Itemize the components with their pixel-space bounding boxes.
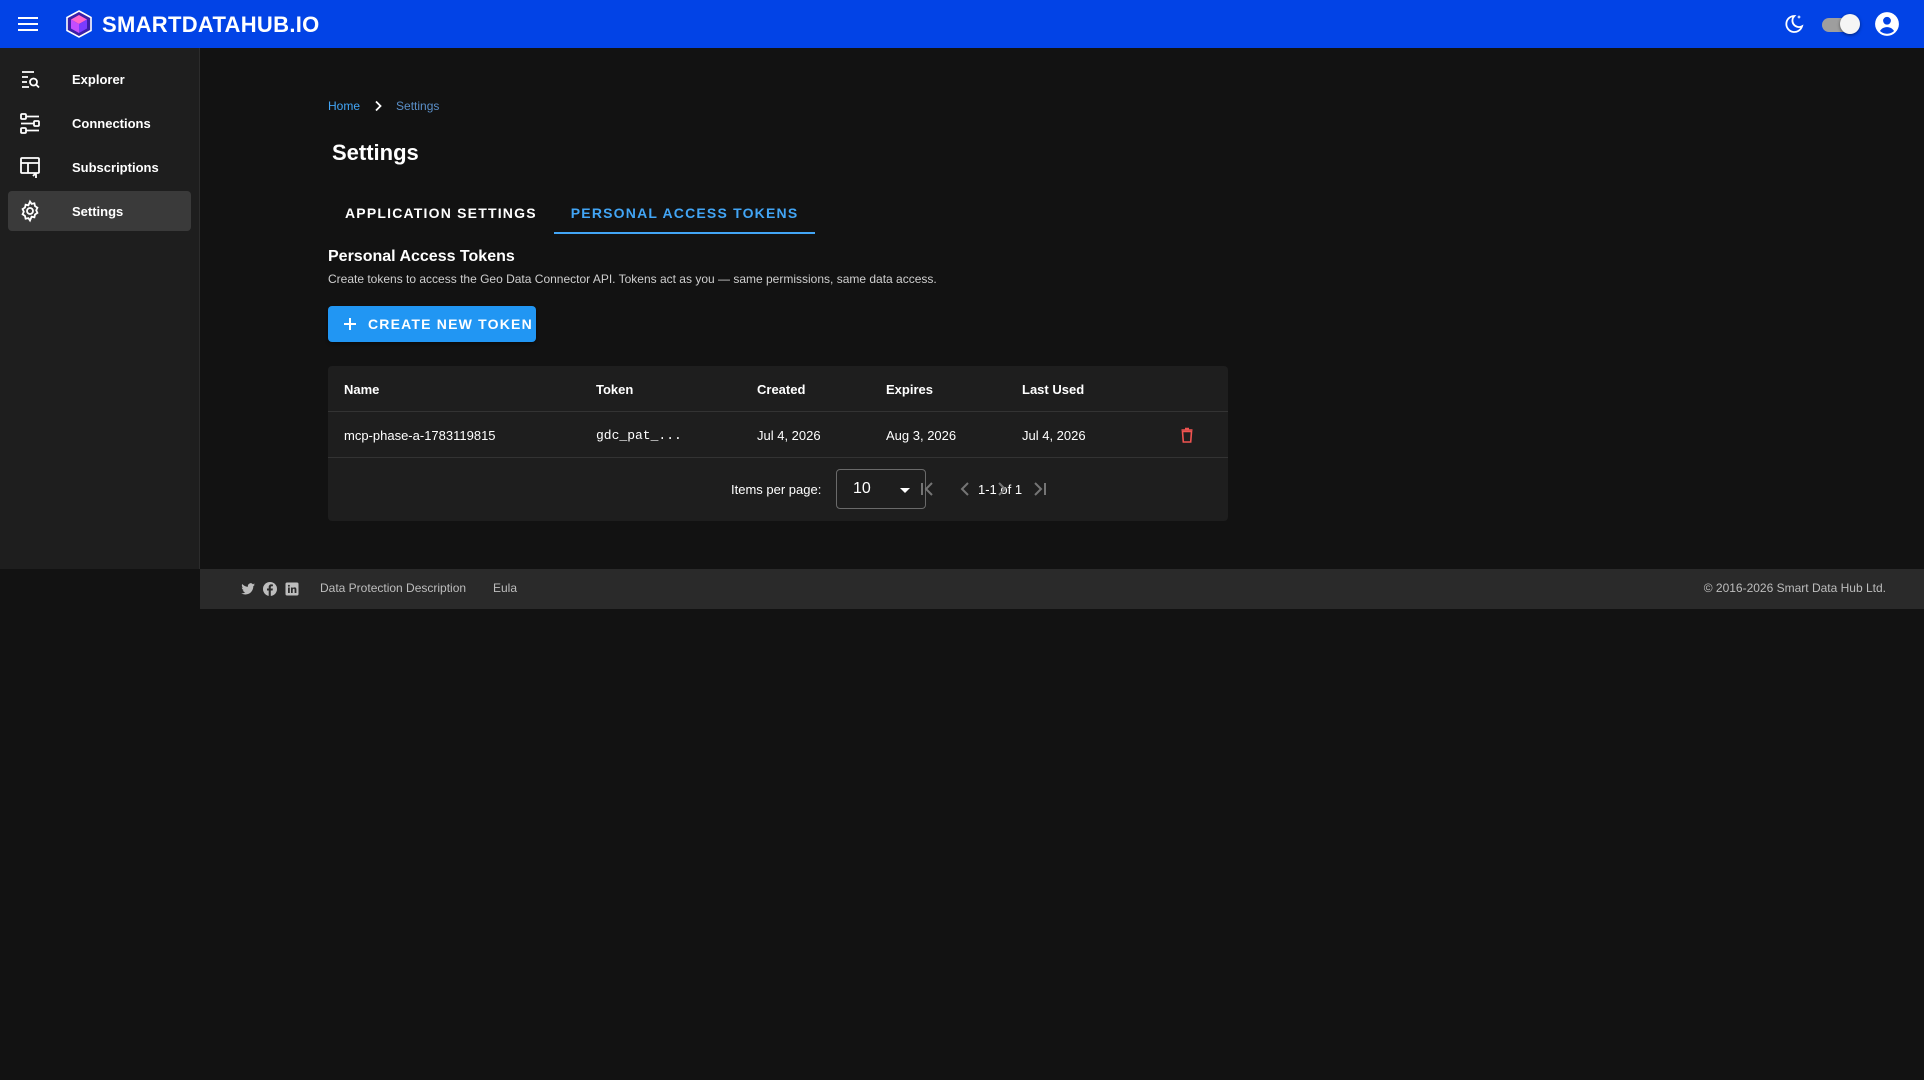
- sidebar-item-label: Connections: [72, 115, 151, 131]
- sidebar-item-label: Subscriptions: [72, 159, 159, 175]
- token-expires-cell: Aug 3, 2026: [886, 427, 957, 443]
- tokens-table: Name Token Created Expires Last Used mcp…: [328, 366, 1228, 521]
- caret-down-icon: [900, 488, 910, 493]
- table-pagination: Items per page: 10 1-1 of 1: [328, 459, 1228, 521]
- footer: Data Protection Description Eula © 2016-…: [200, 569, 1924, 609]
- sidebar-item-label: Settings: [72, 203, 124, 219]
- dark-mode-icon[interactable]: [1782, 12, 1806, 36]
- token-created-cell: Jul 4, 2026: [757, 427, 821, 443]
- cube-logo[interactable]: [64, 9, 94, 39]
- column-header-token[interactable]: Token: [596, 366, 633, 412]
- gear-icon: [21, 199, 39, 223]
- next-page-icon[interactable]: [990, 477, 1014, 501]
- linkedin-icon[interactable]: [284, 581, 300, 597]
- sidebar-item-explorer[interactable]: Explorer: [8, 59, 191, 99]
- column-header-last-used[interactable]: Last Used: [1022, 366, 1084, 412]
- last-page-icon[interactable]: [1028, 477, 1052, 501]
- delete-icon[interactable]: [1178, 426, 1196, 444]
- breadcrumb-home-link[interactable]: Home: [328, 99, 360, 113]
- token-actions-cell: [1178, 412, 1196, 458]
- theme-toggle[interactable]: [1820, 14, 1860, 34]
- create-new-token-button[interactable]: CREATE NEW TOKEN: [328, 306, 536, 342]
- subscriptions-icon: [20, 157, 40, 178]
- column-header-created[interactable]: Created: [757, 366, 805, 412]
- first-page-icon[interactable]: [915, 477, 939, 501]
- app-bar: SMARTDATAHUB.IO: [0, 0, 1924, 48]
- copyright-text: © 2016-2026 Smart Data Hub Ltd.: [1703, 581, 1886, 595]
- section-title: Personal Access Tokens: [328, 248, 515, 265]
- items-per-page-value: 10: [853, 480, 871, 497]
- items-per-page-select[interactable]: 10: [836, 469, 926, 509]
- create-new-token-label: CREATE NEW TOKEN: [368, 316, 533, 332]
- breadcrumb: Home Settings: [328, 96, 1228, 116]
- sidebar-item-settings[interactable]: Settings: [8, 191, 191, 231]
- page-title: Settings: [332, 140, 419, 165]
- token-value-cell: gdc_pat_...: [596, 427, 682, 443]
- sidebar-item-connections[interactable]: Connections: [8, 103, 191, 143]
- chevron-right-icon: [375, 100, 382, 112]
- account-icon[interactable]: [1874, 11, 1900, 37]
- plus-icon: [344, 318, 356, 330]
- connections-icon: [20, 113, 40, 134]
- previous-page-icon[interactable]: [953, 477, 977, 501]
- token-last-used-cell: Jul 4, 2026: [1022, 427, 1086, 443]
- brand-title[interactable]: SMARTDATAHUB.IO: [102, 12, 320, 38]
- table-header-row: Name Token Created Expires Last Used: [328, 366, 1228, 412]
- breadcrumb-current: Settings: [396, 99, 440, 113]
- section-description: Create tokens to access the Geo Data Con…: [328, 272, 937, 286]
- footer-link-eula[interactable]: Eula: [493, 581, 517, 595]
- sidebar: Explorer Connections Subscriptions Setti…: [0, 48, 200, 569]
- items-per-page-label: Items per page:: [731, 482, 822, 497]
- table-row: mcp-phase-a-1783119815 gdc_pat_... Jul 4…: [328, 412, 1228, 458]
- column-header-expires[interactable]: Expires: [886, 366, 933, 412]
- token-name-cell: mcp-phase-a-1783119815: [344, 427, 496, 443]
- settings-tabs: APPLICATION SETTINGS PERSONAL ACCESS TOK…: [328, 192, 816, 234]
- sidebar-item-subscriptions[interactable]: Subscriptions: [8, 147, 191, 187]
- sidebar-item-label: Explorer: [72, 71, 125, 87]
- tab-application-settings[interactable]: APPLICATION SETTINGS: [328, 192, 554, 234]
- column-header-name[interactable]: Name: [344, 366, 379, 412]
- twitter-icon[interactable]: [240, 581, 256, 597]
- facebook-icon[interactable]: [262, 581, 278, 597]
- menu-icon[interactable]: [16, 12, 40, 36]
- footer-link-data-protection[interactable]: Data Protection Description: [320, 581, 466, 595]
- main-content: Home Settings Settings APPLICATION SETTI…: [328, 96, 1228, 521]
- explorer-icon: [22, 71, 40, 89]
- tab-personal-access-tokens[interactable]: PERSONAL ACCESS TOKENS: [553, 192, 816, 234]
